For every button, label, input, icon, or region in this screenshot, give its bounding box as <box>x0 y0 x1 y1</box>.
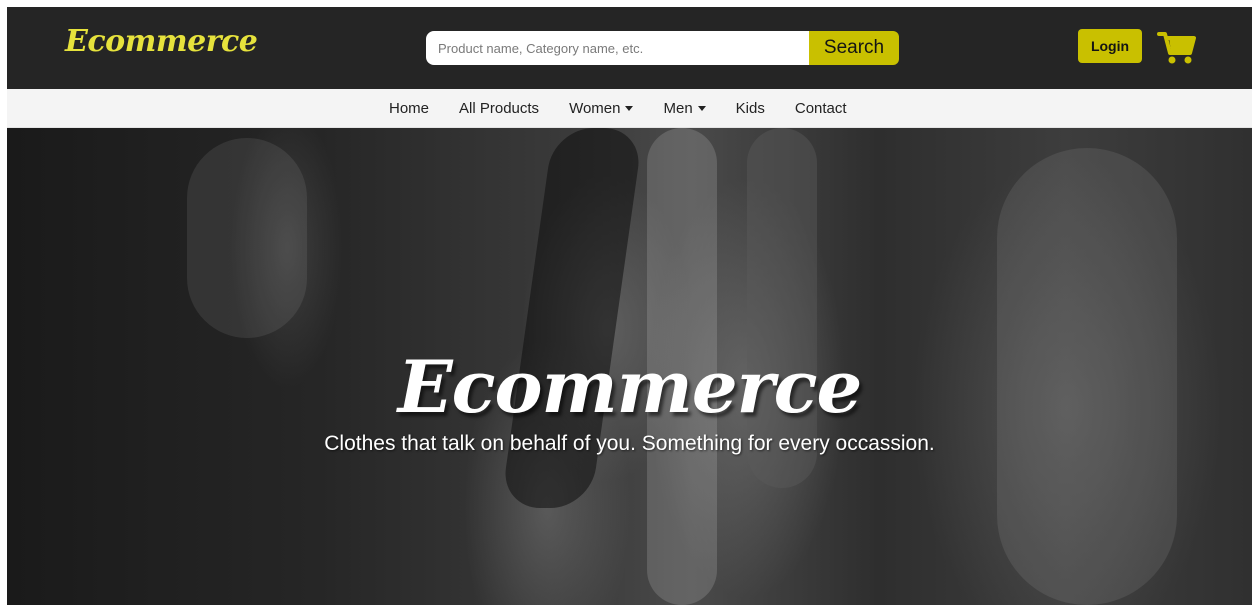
nav-item-label: Women <box>569 99 621 117</box>
login-button[interactable]: Login <box>1078 29 1142 63</box>
hero-subtitle: Clothes that talk on behalf of you. Some… <box>324 432 935 455</box>
nav-item-women[interactable]: Women <box>569 99 634 117</box>
nav-item-label: All Products <box>459 99 540 117</box>
search-bar: Search <box>426 31 899 65</box>
nav-item-label: Kids <box>735 99 765 117</box>
search-input[interactable] <box>426 31 809 65</box>
search-button[interactable]: Search <box>809 31 899 65</box>
hero-title: Ecommerce <box>397 344 863 430</box>
shopping-cart-icon[interactable] <box>1157 29 1197 65</box>
page: Ecommerce Search Login Home All Products… <box>0 0 1252 605</box>
main-nav: Home All Products Women Men Kids Contact <box>7 89 1252 128</box>
nav-item-kids[interactable]: Kids <box>736 100 765 117</box>
nav-item-home[interactable]: Home <box>389 100 429 117</box>
nav-item-all-products[interactable]: All Products <box>459 100 539 117</box>
nav-item-contact[interactable]: Contact <box>795 100 847 117</box>
nav-item-men[interactable]: Men <box>663 99 706 117</box>
brand-logo[interactable]: Ecommerce <box>65 24 258 59</box>
hero-banner: Ecommerce Clothes that talk on behalf of… <box>7 128 1252 605</box>
top-header: Ecommerce Search Login <box>7 7 1252 89</box>
hero-background-garment <box>187 138 307 338</box>
nav-item-label: Men <box>663 99 693 117</box>
caret-down-icon <box>625 105 634 111</box>
nav-list: Home All Products Women Men Kids Contact <box>389 89 877 127</box>
caret-down-icon <box>697 105 706 111</box>
nav-item-label: Contact <box>794 99 847 117</box>
nav-item-label: Home <box>389 99 430 117</box>
